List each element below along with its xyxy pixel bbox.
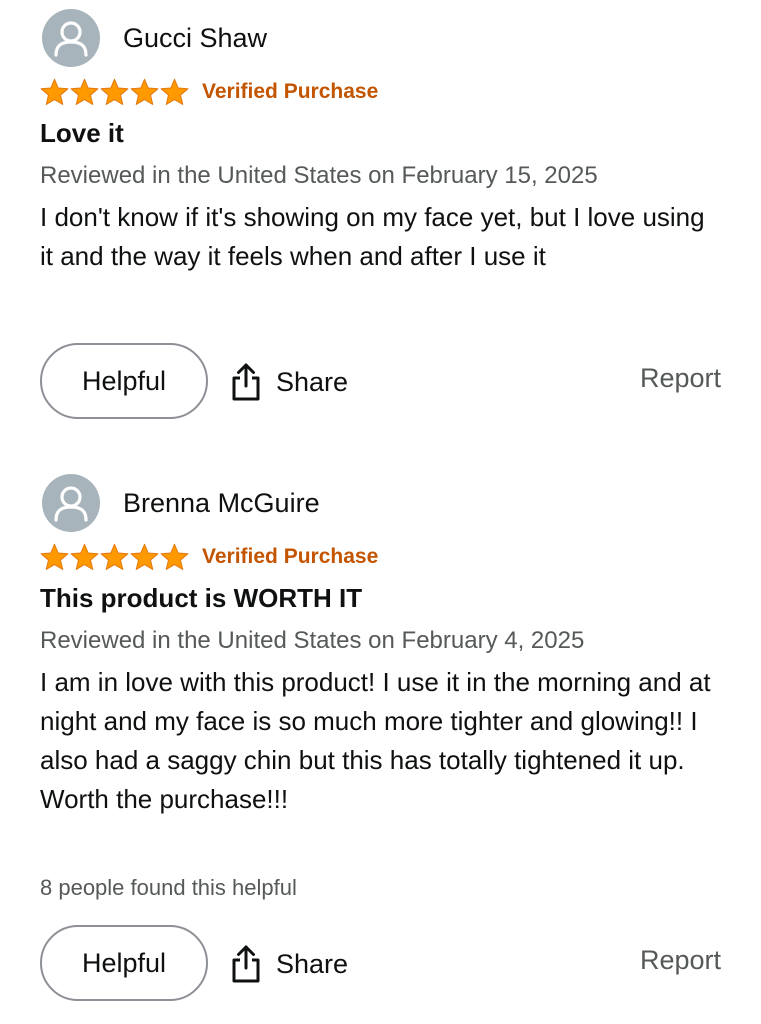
review-title: Love it	[40, 118, 124, 148]
verified-purchase-badge[interactable]: Verified Purchase	[202, 545, 378, 569]
helpful-button[interactable]: Helpful	[40, 925, 208, 1001]
avatar-icon	[42, 474, 100, 532]
share-icon	[232, 363, 260, 401]
report-link[interactable]: Report	[640, 945, 721, 976]
star-icon	[40, 543, 69, 570]
rating-row: Verified Purchase	[39, 542, 378, 572]
star-rating[interactable]	[39, 543, 189, 571]
star-rating[interactable]	[39, 78, 189, 106]
helpful-count: 8 people found this helpful	[40, 875, 297, 900]
share-label: Share	[276, 948, 349, 979]
review-actions: Helpful Share Report	[0, 925, 761, 1005]
star-icon	[160, 543, 189, 570]
star-icon	[130, 543, 159, 570]
verified-purchase-badge[interactable]: Verified Purchase	[202, 80, 378, 104]
star-icon	[70, 543, 99, 570]
reviewer-profile[interactable]: Brenna McGuire	[42, 474, 320, 532]
reviewer-profile[interactable]: Gucci Shaw	[42, 9, 267, 67]
star-icon	[40, 78, 69, 105]
share-button[interactable]: Share	[229, 361, 348, 403]
report-link[interactable]: Report	[640, 363, 721, 394]
review-date: Reviewed in the United States on Februar…	[40, 627, 585, 654]
review-body: I don't know if it's showing on my face …	[40, 202, 705, 271]
reviewer-name[interactable]: Gucci Shaw	[123, 23, 267, 54]
star-icon	[100, 543, 129, 570]
reviewer-name[interactable]: Brenna McGuire	[123, 488, 320, 519]
avatar-icon	[42, 9, 100, 67]
review-title: This product is WORTH IT	[40, 583, 363, 613]
star-icon	[160, 78, 189, 105]
rating-row: Verified Purchase	[39, 77, 378, 107]
helpful-button[interactable]: Helpful	[40, 343, 208, 419]
review-date: Reviewed in the United States on Februar…	[40, 162, 598, 189]
review-actions: Helpful Share Report	[0, 343, 761, 423]
share-icon	[232, 945, 260, 983]
star-icon	[130, 78, 159, 105]
star-icon	[70, 78, 99, 105]
share-button[interactable]: Share	[229, 943, 348, 985]
review-body: I am in love with this product! I use it…	[40, 667, 711, 814]
star-icon	[100, 78, 129, 105]
share-label: Share	[276, 366, 349, 397]
